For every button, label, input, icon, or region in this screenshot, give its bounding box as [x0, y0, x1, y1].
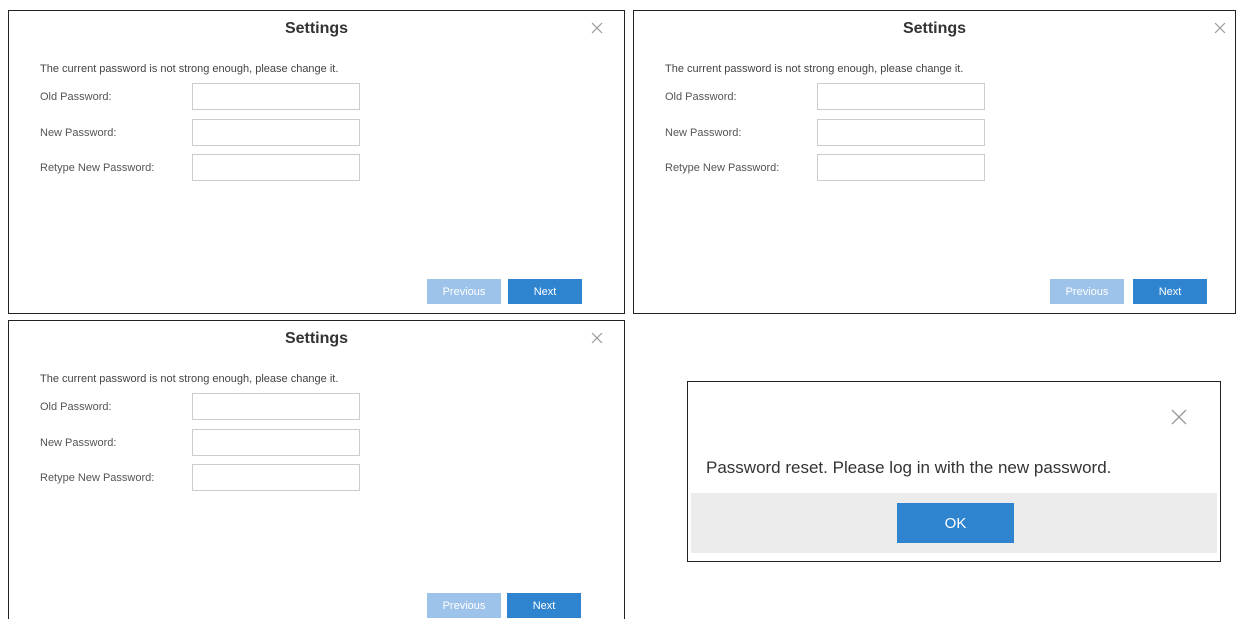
close-icon[interactable] — [1170, 408, 1188, 426]
password-strength-notice: The current password is not strong enoug… — [665, 63, 964, 75]
old-password-input[interactable] — [817, 83, 985, 110]
retype-password-label: Retype New Password: — [665, 162, 780, 174]
next-button[interactable]: Next — [1133, 279, 1207, 304]
old-password-input[interactable] — [192, 83, 360, 110]
retype-password-input[interactable] — [817, 154, 985, 181]
dialog-footer: OK — [691, 493, 1217, 553]
old-password-label: Old Password: — [40, 401, 112, 413]
close-icon[interactable] — [590, 21, 604, 35]
previous-button[interactable]: Previous — [1050, 279, 1124, 304]
dialog-title: Settings — [284, 330, 349, 347]
new-password-input[interactable] — [817, 119, 985, 146]
next-button[interactable]: Next — [508, 279, 582, 304]
new-password-input[interactable] — [192, 429, 360, 456]
settings-dialog-2: Settings The current password is not str… — [633, 10, 1236, 314]
old-password-input[interactable] — [192, 393, 360, 420]
new-password-label: New Password: — [665, 127, 742, 139]
old-password-label: Old Password: — [40, 91, 112, 103]
previous-button[interactable]: Previous — [427, 279, 501, 304]
retype-password-label: Retype New Password: — [40, 472, 155, 484]
retype-password-input[interactable] — [192, 154, 360, 181]
close-icon[interactable] — [1213, 21, 1227, 35]
retype-password-input[interactable] — [192, 464, 360, 491]
password-reset-dialog: Password reset. Please log in with the n… — [687, 381, 1221, 562]
password-strength-notice: The current password is not strong enoug… — [40, 373, 339, 385]
settings-dialog-3: Settings The current password is not str… — [8, 320, 625, 619]
password-strength-notice: The current password is not strong enoug… — [40, 63, 339, 75]
new-password-input[interactable] — [192, 119, 360, 146]
password-reset-message: Password reset. Please log in with the n… — [706, 458, 1112, 477]
ok-button[interactable]: OK — [897, 503, 1014, 543]
new-password-label: New Password: — [40, 127, 117, 139]
dialog-title: Settings — [284, 20, 349, 37]
next-button[interactable]: Next — [507, 593, 581, 618]
close-icon[interactable] — [590, 331, 604, 345]
retype-password-label: Retype New Password: — [40, 162, 155, 174]
new-password-label: New Password: — [40, 437, 117, 449]
settings-dialog-1: Settings The current password is not str… — [8, 10, 625, 314]
old-password-label: Old Password: — [665, 91, 737, 103]
previous-button[interactable]: Previous — [427, 593, 501, 618]
dialog-title: Settings — [902, 20, 967, 37]
